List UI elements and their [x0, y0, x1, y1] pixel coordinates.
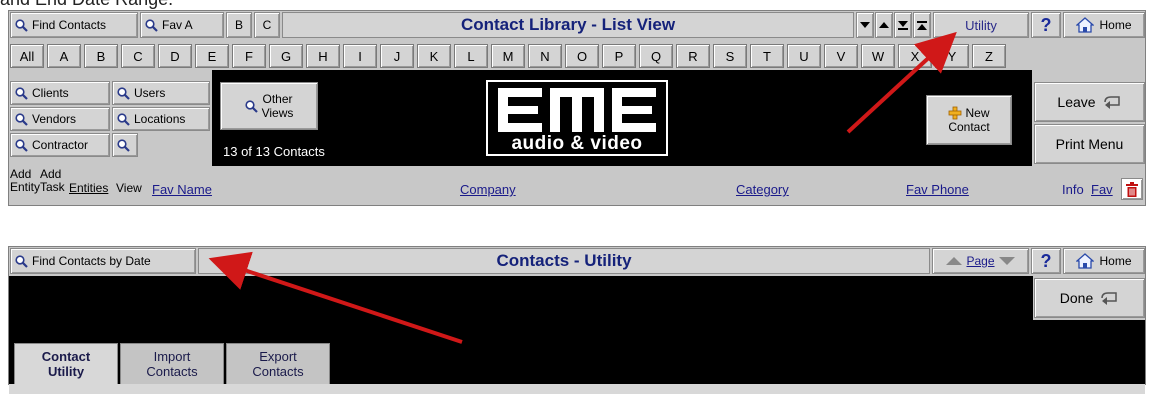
- screenshot-stage: and End Date Range. Find Contacts Fav A …: [0, 0, 1151, 394]
- arrow-to-find-by-date: [208, 251, 463, 344]
- annotation-arrows: [208, 31, 957, 344]
- arrow-to-utility: [846, 31, 957, 134]
